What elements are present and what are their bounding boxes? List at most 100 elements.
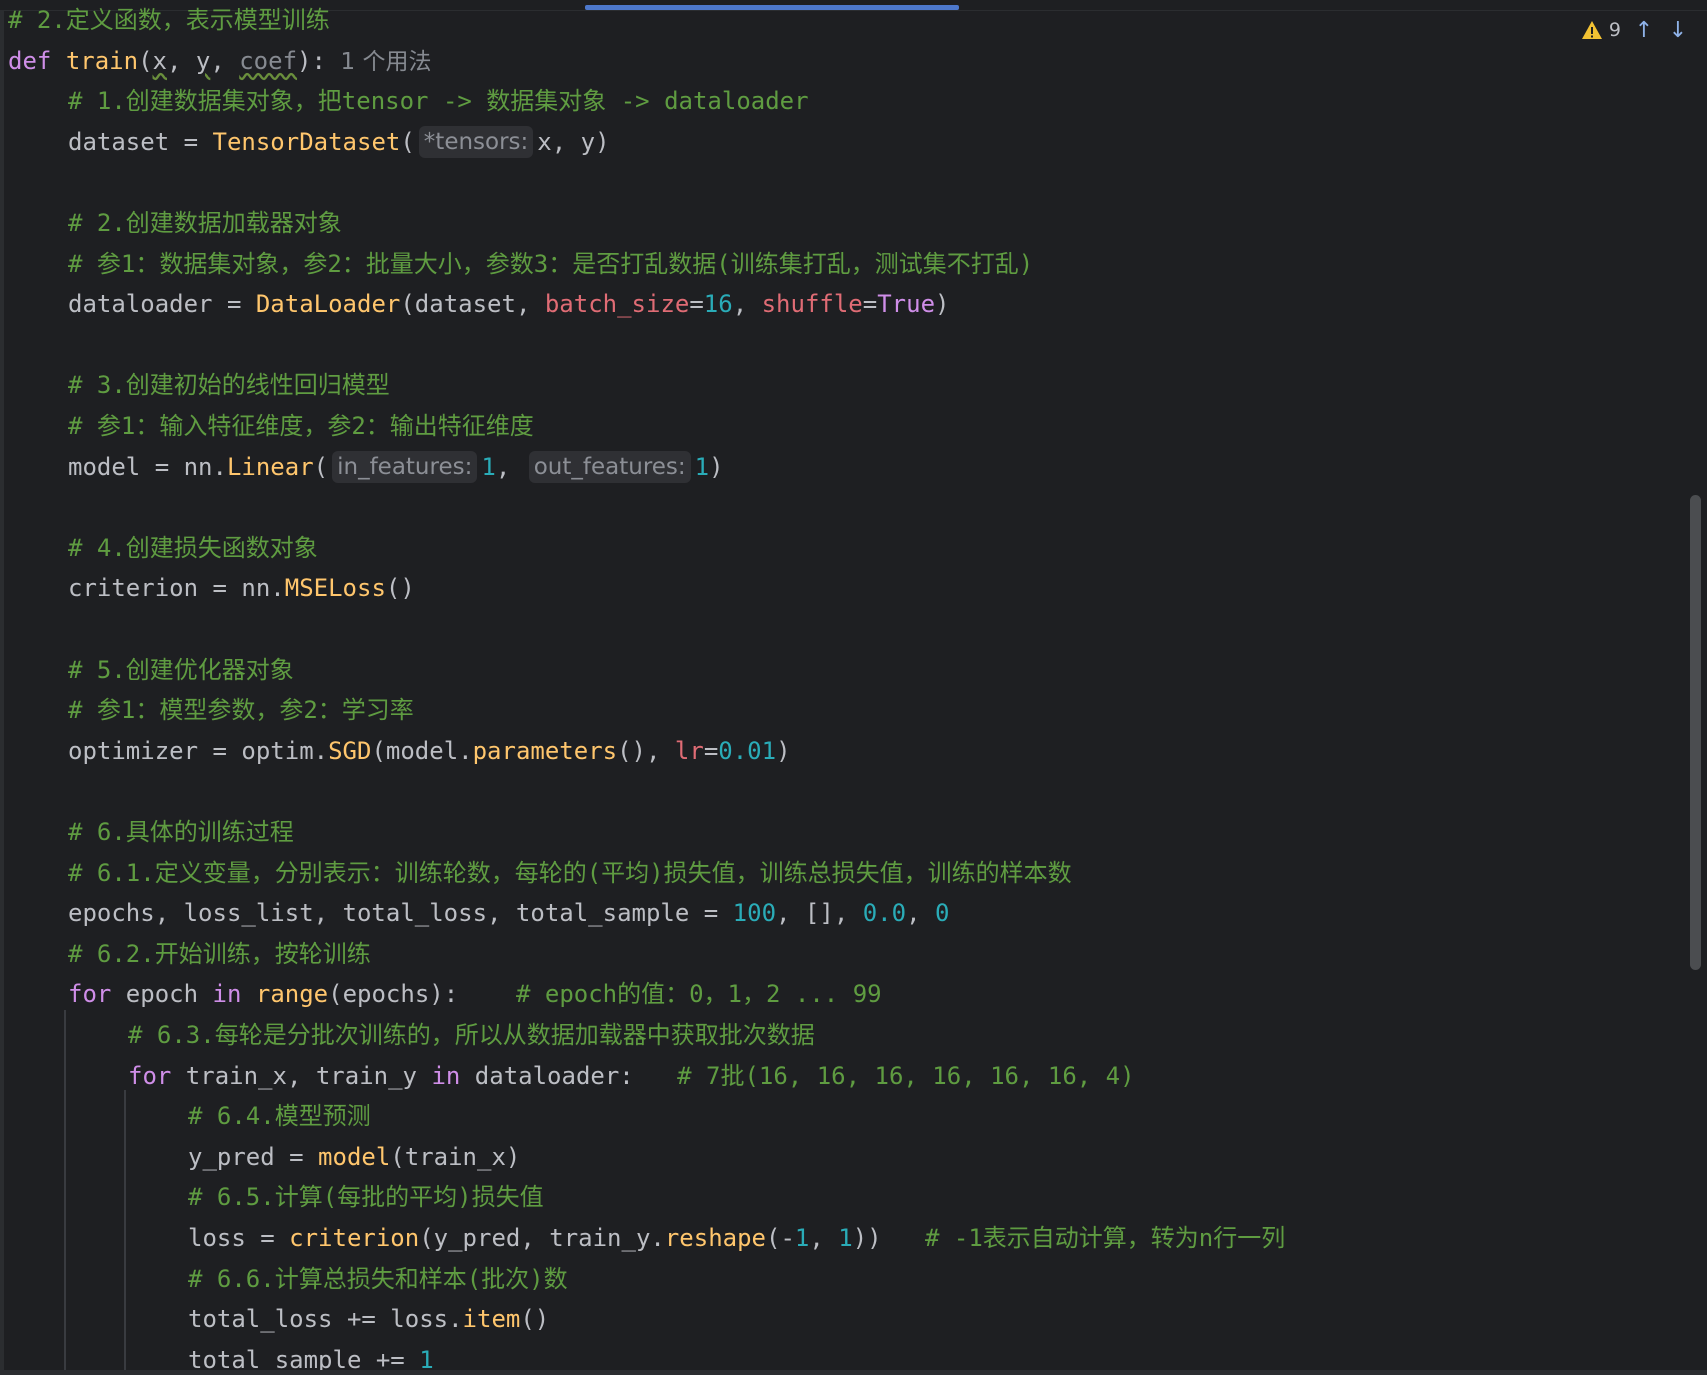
code-line[interactable]: # 3.创建初始的线性回归模型 [68, 365, 390, 405]
code-token: (epochs): [328, 980, 516, 1009]
code-comment: # 参1：输入特征维度，参2：输出特征维度 [68, 412, 534, 440]
code-token: loss = [188, 1224, 290, 1252]
gutter-edge [0, 10, 4, 1375]
code-token: reshape [664, 1224, 766, 1252]
code-token: criterion = nn. [68, 574, 285, 603]
code-token: criterion [289, 1224, 420, 1252]
code-editor[interactable]: # 2.定义函数，表示模型训练 def train(x, y, coef): 1 … [0, 0, 1707, 1375]
code-comment: # 6.3.每轮是分批次训练的，所以从数据加载器中获取批次数据 [128, 1021, 815, 1049]
arrow-down-icon[interactable]: ↓ [1667, 18, 1689, 43]
code-token: 0 [935, 899, 950, 928]
code-line[interactable]: # 6.5.计算(每批的平均)损失值 [188, 1177, 544, 1217]
code-line[interactable]: # 参1：数据集对象，参2：批量大小，参数3：是否打乱数据(训练集打乱，测试集不… [68, 244, 1033, 284]
code-line[interactable]: dataloader = DataLoader(dataset, batch_s… [68, 284, 949, 324]
code-token: ) [776, 736, 791, 765]
code-token: def [8, 46, 52, 75]
code-token: parameters [472, 736, 618, 765]
code-comment: # 6.6.计算总损失和样本(批次)数 [188, 1264, 568, 1293]
code-comment: # 参1：模型参数，参2：学习率 [68, 696, 414, 725]
code-comment: # 6.2.开始训练，按轮训练 [68, 939, 371, 968]
code-token: 1 [794, 1224, 810, 1252]
code-token: epoch [111, 980, 213, 1009]
usage-hint: 1 个用法 [325, 48, 432, 75]
code-token: True [877, 290, 936, 319]
parameter-hint: out_features: [528, 450, 691, 483]
code-token: ) [595, 127, 610, 156]
warning-icon[interactable] [1581, 20, 1603, 40]
arrow-up-icon[interactable]: ↑ [1633, 18, 1655, 43]
code-token: = [703, 736, 719, 765]
code-token: y_pred = [188, 1142, 319, 1171]
code-line[interactable]: loss = criterion(y_pred, train_y.reshape… [188, 1218, 1285, 1258]
code-line[interactable]: # 6.3.每轮是分批次训练的，所以从数据加载器中获取批次数据 [128, 1015, 815, 1055]
code-token: = [862, 290, 878, 319]
code-line[interactable]: # 6.6.计算总损失和样本(批次)数 [188, 1259, 568, 1299]
code-token: batch_size [544, 290, 690, 319]
code-line[interactable]: # 6.1.定义变量，分别表示：训练轮数，每轮的(平均)损失值，训练总损失值，训… [68, 853, 1072, 893]
code-line[interactable]: y_pred = model(train_x) [188, 1137, 520, 1177]
code-line[interactable]: def train(x, y, coef): 1 个用法 [8, 41, 432, 81]
code-token: )) [852, 1224, 925, 1252]
code-line[interactable]: # 参1：模型参数，参2：学习率 [68, 690, 414, 730]
code-token: 1 [694, 452, 710, 481]
code-line[interactable]: # 2.创建数据加载器对象 [68, 203, 342, 243]
code-token: 100 [732, 899, 777, 928]
warning-count[interactable]: 9 [1609, 19, 1621, 41]
code-token: shuffle [761, 290, 863, 319]
code-token: MSELoss [284, 574, 386, 603]
code-line[interactable]: criterion = nn.MSELoss() [68, 568, 415, 608]
code-token: dataloader: [460, 1061, 678, 1090]
code-line[interactable]: # 1.创建数据集对象，把tensor -> 数据集对象 -> dataload… [68, 81, 809, 121]
code-line[interactable]: # 6.2.开始训练，按轮训练 [68, 934, 371, 974]
code-token: dataset = [68, 127, 213, 156]
code-token: in [431, 1061, 461, 1090]
code-line[interactable]: # 参1：输入特征维度，参2：输出特征维度 [68, 406, 534, 446]
code-comment: # 4.创建损失函数对象 [68, 533, 318, 562]
code-token: 0.01 [718, 736, 777, 765]
code-line[interactable]: dataset = TensorDataset(*tensors: x, y) [68, 122, 610, 162]
code-line[interactable]: for train_x, train_y in dataloader: # 7批… [128, 1056, 1135, 1096]
code-line[interactable]: # 2.定义函数，表示模型训练 [8, 0, 330, 40]
code-token: coef [239, 46, 298, 75]
code-line[interactable]: optimizer = optim.SGD(model.parameters()… [68, 731, 791, 771]
code-comment: # 6.4.模型预测 [188, 1102, 371, 1131]
code-token: x [537, 127, 552, 156]
code-comment: # -1表示自动计算，转为n行一列 [924, 1224, 1286, 1252]
code-line[interactable]: epochs, loss_list, total_loss, total_sam… [68, 893, 949, 933]
code-token: for [128, 1061, 172, 1090]
code-line[interactable]: for epoch in range(epochs): # epoch的值：0，… [68, 974, 882, 1014]
code-token: (- [766, 1224, 795, 1252]
code-token: y [580, 127, 596, 156]
code-token: TensorDataset [212, 127, 401, 156]
code-token: (model. [371, 736, 473, 765]
inspection-widget[interactable]: 9 ↑ ↓ [1581, 16, 1689, 44]
code-line[interactable]: # 6.具体的训练过程 [68, 812, 294, 852]
code-token: ( [138, 46, 153, 75]
code-token: 1 [838, 1224, 853, 1252]
code-token: 16 [703, 290, 733, 319]
code-line[interactable]: # 4.创建损失函数对象 [68, 528, 318, 568]
vertical-scrollbar[interactable] [1690, 495, 1701, 970]
code-line[interactable]: model = nn.Linear(in_features: 1, out_fea… [68, 447, 724, 487]
code-comment: # 1.创建数据集对象，把tensor -> 数据集对象 -> dataload… [68, 87, 809, 116]
indent-guide [124, 1090, 126, 1375]
code-comment: # 6.1.定义变量，分别表示：训练轮数，每轮的(平均)损失值，训练总损失值，训… [68, 858, 1072, 887]
code-token: , [], [776, 899, 863, 928]
code-token: ): [297, 46, 326, 75]
code-line[interactable]: total_loss += loss.item() [188, 1299, 549, 1339]
code-token: optimizer = optim. [68, 736, 329, 765]
code-token: (dataset, [400, 290, 545, 319]
code-token: y [195, 46, 211, 75]
code-token: (), [617, 736, 675, 765]
code-token: 1 [481, 452, 496, 481]
code-comment: # epoch的值：0，1，2 ... 99 [515, 980, 882, 1009]
code-token: = [689, 290, 704, 319]
code-line[interactable]: # 5.创建优化器对象 [68, 650, 294, 690]
code-token: SGD [328, 736, 372, 765]
code-line[interactable]: # 6.4.模型预测 [188, 1096, 371, 1136]
code-token: , [809, 1224, 839, 1252]
code-token: train [65, 46, 139, 75]
code-token: model = nn. [68, 452, 227, 481]
